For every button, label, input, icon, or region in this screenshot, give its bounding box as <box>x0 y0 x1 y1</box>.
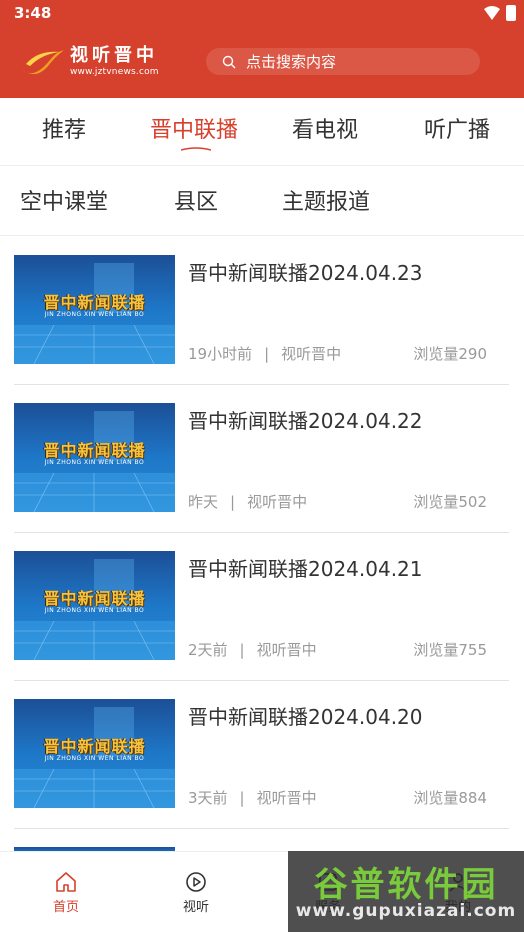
news-meta: 3天前 | 视听晋中 <box>188 787 317 808</box>
active-tab-indicator <box>181 147 211 151</box>
search-icon <box>222 55 236 68</box>
logo-swoosh-icon <box>22 50 64 75</box>
news-time: 2天前 <box>188 641 228 659</box>
news-title[interactable]: 晋中新闻联播2024.04.22 <box>188 405 423 434</box>
news-source: 视听晋中 <box>256 641 317 659</box>
sub-category-tabs: 空中课堂 县区 主题报道 <box>0 166 524 236</box>
news-title[interactable]: 晋中新闻联播2024.04.23 <box>188 257 423 286</box>
news-time: 19小时前 <box>188 345 253 363</box>
news-item[interactable]: 晋中新闻联播 JIN ZHONG XIN WEN LIAN BO 晋中新闻联播2… <box>14 681 509 829</box>
thumbnail-subtitle: JIN ZHONG XIN WEN LIAN BO <box>44 459 145 466</box>
news-source: 视听晋中 <box>247 493 308 511</box>
app-header: 3:48 视听晋中 www.jztvnews.com 点击搜索内容 <box>0 0 524 98</box>
meta-separator: | <box>230 493 236 511</box>
nav-home[interactable]: 首页 <box>36 870 96 915</box>
watermark-text: 谷普软件园 <box>313 865 499 905</box>
status-time: 3:48 <box>14 4 52 22</box>
news-views: 浏览量755 <box>413 641 487 659</box>
thumbnail-title: 晋中新闻联播 <box>43 589 146 608</box>
thumbnail-subtitle: JIN ZHONG XIN WEN LIAN BO <box>44 311 145 318</box>
battery-icon <box>506 5 516 21</box>
news-item[interactable]: 晋中新闻联播 JIN ZHONG XIN WEN LIAN BO 晋中新闻联播2… <box>14 385 509 533</box>
meta-separator: | <box>239 641 245 659</box>
status-icons <box>484 5 516 21</box>
news-time: 3天前 <box>188 789 228 807</box>
news-meta: 昨天 | 视听晋中 <box>188 491 307 512</box>
tab-listen-radio[interactable]: 听广播 <box>424 112 490 144</box>
nav-media[interactable]: 视听 <box>166 870 226 915</box>
news-views: 浏览量290 <box>413 345 487 363</box>
tab-watch-tv[interactable]: 看电视 <box>292 112 358 144</box>
logo-url: www.jztvnews.com <box>70 67 159 77</box>
news-title[interactable]: 晋中新闻联播2024.04.20 <box>188 701 423 730</box>
nav-home-label: 首页 <box>52 900 79 915</box>
logo-title: 视听晋中 <box>70 45 158 66</box>
subtab-topic-report[interactable]: 主题报道 <box>282 184 370 216</box>
news-time: 昨天 <box>188 493 219 511</box>
news-thumbnail: 晋中新闻联播 JIN ZHONG XIN WEN LIAN BO <box>14 403 175 512</box>
tab-recommend[interactable]: 推荐 <box>42 112 86 144</box>
meta-separator: | <box>264 345 270 363</box>
home-icon <box>56 872 76 892</box>
tab-jinzhong-broadcast[interactable]: 晋中联播 <box>150 112 238 144</box>
watermark-url: www.gupuxiazai.com <box>295 901 517 921</box>
news-title[interactable]: 晋中新闻联播2024.04.21 <box>188 553 423 582</box>
news-views: 浏览量884 <box>413 789 487 807</box>
subtab-sky-classroom[interactable]: 空中课堂 <box>20 184 108 216</box>
news-item[interactable]: 晋中新闻联播 JIN ZHONG XIN WEN LIAN BO 晋中新闻联播2… <box>14 533 509 681</box>
search-bar[interactable]: 点击搜索内容 <box>206 48 480 75</box>
subtab-county[interactable]: 县区 <box>174 184 218 216</box>
news-views: 浏览量502 <box>413 493 487 511</box>
news-thumbnail: 晋中新闻联播 JIN ZHONG XIN WEN LIAN BO <box>14 699 175 808</box>
nav-media-label: 视听 <box>182 900 209 915</box>
news-source: 视听晋中 <box>256 789 317 807</box>
thumbnail-title: 晋中新闻联播 <box>43 737 146 756</box>
thumbnail-subtitle: JIN ZHONG XIN WEN LIAN BO <box>44 607 145 614</box>
search-placeholder: 点击搜索内容 <box>246 53 337 71</box>
news-thumbnail: 晋中新闻联播 JIN ZHONG XIN WEN LIAN BO <box>14 551 175 660</box>
app-logo: 视听晋中 www.jztvnews.com <box>20 42 159 82</box>
thumbnail-title: 晋中新闻联播 <box>43 293 146 312</box>
news-meta: 19小时前 | 视听晋中 <box>188 343 341 364</box>
channel-tabs: 推荐 晋中联播 看电视 听广播 <box>0 98 524 166</box>
thumbnail-title: 晋中新闻联播 <box>43 441 146 460</box>
play-circle-icon <box>186 872 206 892</box>
news-item[interactable]: 晋中新闻联播 JIN ZHONG XIN WEN LIAN BO 晋中新闻联播2… <box>14 237 509 385</box>
status-bar: 3:48 <box>0 0 524 28</box>
news-thumbnail: 晋中新闻联播 JIN ZHONG XIN WEN LIAN BO <box>14 255 175 364</box>
news-source: 视听晋中 <box>281 345 342 363</box>
thumbnail-subtitle: JIN ZHONG XIN WEN LIAN BO <box>44 755 145 762</box>
meta-separator: | <box>239 789 245 807</box>
watermark-overlay: 谷普软件园 www.gupuxiazai.com <box>288 851 524 932</box>
news-meta: 2天前 | 视听晋中 <box>188 639 317 660</box>
wifi-icon <box>484 6 500 20</box>
